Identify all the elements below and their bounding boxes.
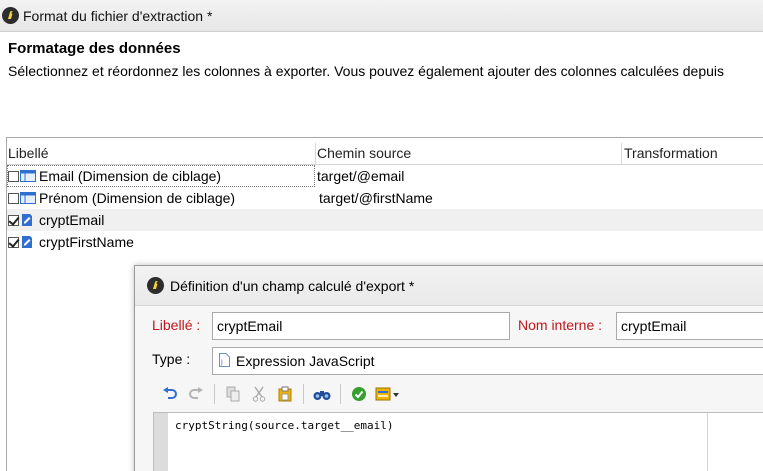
row-label: Email (Dimension de ciblage) (39, 168, 222, 184)
code-editor[interactable]: cryptString(source.target__email) (153, 412, 763, 471)
row-checkbox[interactable] (8, 236, 19, 248)
type-caption: Type : (152, 351, 191, 367)
window-title: Format du fichier d'extraction * (23, 7, 213, 24)
code-text[interactable]: cryptString(source.target__email) (175, 419, 394, 432)
window-titlebar: Format du fichier d'extraction * (0, 0, 763, 32)
row-label: Prénom (Dimension de ciblage) (39, 190, 236, 206)
calculated-field-icon (20, 235, 37, 249)
dialog-titlebar[interactable]: Définition d'un champ calculé d'export * (135, 266, 763, 306)
dialog-body: Libellé : Nom interne : Type : J Express… (135, 306, 763, 471)
row-source-path: target/@email (317, 168, 405, 184)
type-value: Expression JavaScript (236, 353, 375, 369)
column-icon (20, 191, 37, 205)
row-label: cryptEmail (39, 212, 105, 228)
calculated-field-dialog[interactable]: Définition d'un champ calculé d'export *… (134, 265, 763, 471)
redo-icon[interactable] (185, 383, 207, 405)
copy-icon[interactable] (222, 383, 244, 405)
column-header-label[interactable]: Libellé (8, 145, 48, 161)
column-header-transformation[interactable]: Transformation (624, 145, 718, 161)
label-caption: Libellé : (152, 317, 201, 333)
column-separator[interactable] (315, 143, 316, 165)
list-item[interactable]: cryptFirstName (7, 231, 763, 253)
toolbar-separator (340, 384, 341, 404)
editor-margin-line (707, 413, 708, 471)
editor-toolbar (153, 378, 763, 410)
data-format-section: Formatage des données Sélectionnez et ré… (8, 40, 763, 79)
list-item[interactable]: Prénom (Dimension de ciblage) target/@fi… (7, 187, 763, 209)
svg-text:J: J (220, 359, 223, 366)
insert-menu-icon[interactable] (374, 383, 402, 405)
dialog-title: Définition d'un champ calculé d'export * (170, 277, 415, 294)
row-checkbox[interactable] (8, 192, 19, 204)
row-checkbox[interactable] (8, 170, 19, 182)
editor-gutter (154, 413, 168, 471)
toolbar-separator (303, 384, 304, 404)
column-icon (20, 169, 37, 183)
column-header-source-path[interactable]: Chemin source (317, 145, 411, 161)
javascript-file-icon: J (219, 352, 230, 370)
column-separator[interactable] (621, 143, 622, 165)
row-source-path: target/@firstName (319, 190, 433, 206)
internal-name-field[interactable] (616, 312, 763, 340)
section-heading: Formatage des données (8, 40, 181, 57)
list-item[interactable]: Email (Dimension de ciblage) target/@ema… (7, 165, 763, 187)
cut-icon[interactable] (248, 383, 270, 405)
binoculars-icon[interactable] (311, 383, 333, 405)
columns-list-header: Libellé Chemin source Transformation (7, 143, 763, 165)
type-select[interactable]: J Expression JavaScript (212, 347, 763, 375)
app-icon (2, 7, 19, 24)
row-checkbox[interactable] (8, 214, 19, 226)
toolbar-separator (214, 384, 215, 404)
paste-icon[interactable] (274, 383, 296, 405)
calculated-field-icon (20, 213, 37, 227)
internal-name-caption: Nom interne : (518, 317, 603, 333)
undo-icon[interactable] (159, 383, 181, 405)
row-label: cryptFirstName (39, 234, 134, 250)
check-icon[interactable] (348, 383, 370, 405)
list-item[interactable]: cryptEmail (7, 209, 763, 231)
app-icon (147, 277, 164, 294)
section-description: Sélectionnez et réordonnez les colonnes … (8, 63, 725, 79)
label-field[interactable] (212, 312, 510, 340)
